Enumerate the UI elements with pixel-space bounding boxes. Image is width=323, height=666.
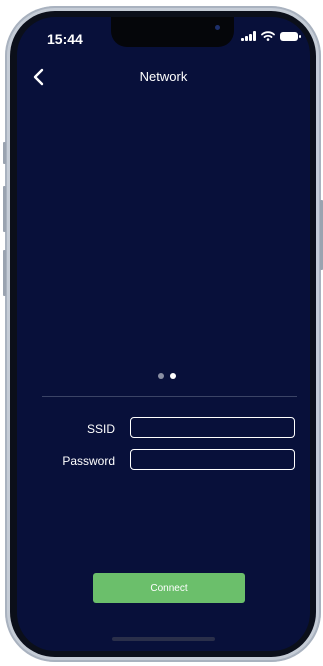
ssid-label: SSID bbox=[86, 422, 115, 436]
page-dot-active[interactable] bbox=[170, 373, 176, 379]
camera-icon bbox=[215, 25, 220, 30]
cellular-signal-icon bbox=[241, 31, 256, 41]
password-label: Password bbox=[62, 454, 115, 468]
battery-icon bbox=[280, 31, 301, 41]
app-screen: 15:44 Network SSID Password Connect bbox=[17, 17, 310, 651]
ssid-input[interactable] bbox=[130, 417, 295, 438]
home-indicator bbox=[112, 637, 215, 641]
connect-button[interactable]: Connect bbox=[93, 573, 245, 603]
status-icons bbox=[241, 31, 301, 41]
volume-up-button bbox=[3, 186, 6, 232]
volume-down-button bbox=[3, 250, 6, 296]
page-dot[interactable] bbox=[158, 373, 164, 379]
notch bbox=[111, 17, 234, 47]
wifi-icon bbox=[261, 31, 275, 41]
divider bbox=[42, 396, 297, 397]
mute-switch bbox=[3, 142, 6, 164]
page-title: Network bbox=[139, 69, 188, 84]
status-time: 15:44 bbox=[47, 31, 83, 47]
password-input[interactable] bbox=[130, 449, 295, 470]
page-indicator bbox=[158, 373, 176, 379]
